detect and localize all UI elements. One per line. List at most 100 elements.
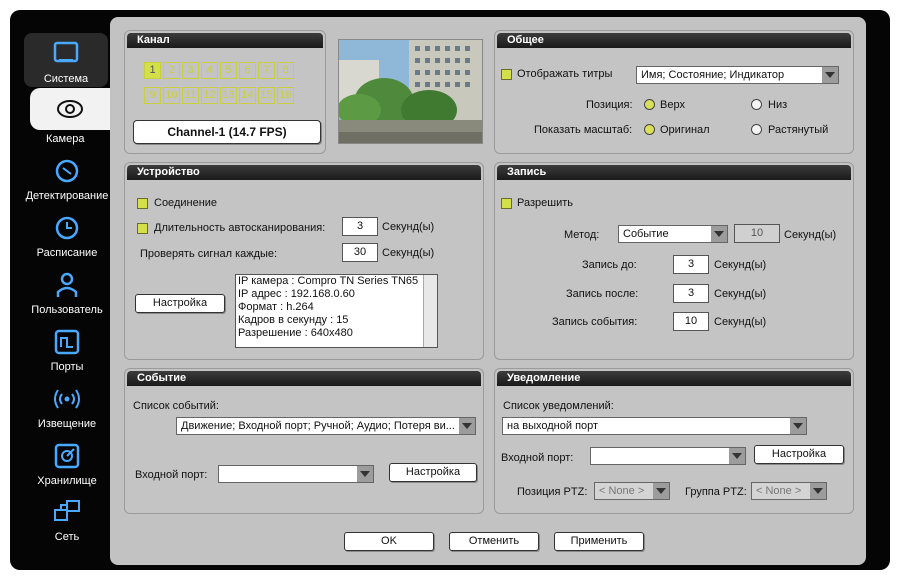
record-enable-label: Разрешить [517, 197, 573, 209]
seconds-label: Секунд(ы) [714, 316, 767, 328]
show-titles-checkbox[interactable] [501, 69, 512, 80]
ptz-group-select[interactable]: < None > [751, 482, 827, 500]
channel-button[interactable]: 3 [182, 62, 199, 79]
channel-button[interactable]: 15 [258, 87, 275, 104]
channel-display: Channel-1 (14.7 FPS) [133, 120, 321, 144]
panel-title: Уведомление [497, 371, 851, 386]
channel-button[interactable]: 12 [201, 87, 218, 104]
position-label: Позиция: [586, 99, 633, 111]
sidebar-item-label: Порты [50, 361, 84, 373]
chevron-down-icon [711, 226, 727, 242]
sidebar-item-storage[interactable]: Хранилище [14, 435, 120, 489]
panel-title: Канал [127, 33, 323, 48]
event-record-label: Запись события: [552, 316, 638, 328]
cancel-button[interactable]: Отменить [449, 532, 539, 551]
input-port-label: Входной порт: [501, 452, 574, 464]
event-list-select[interactable]: Движение; Входной порт; Ручной; Аудио; П… [176, 417, 476, 435]
seconds-label: Секунд(ы) [714, 288, 767, 300]
method-seconds-input: 10 [734, 224, 780, 243]
scale-original-label: Оригинал [660, 124, 710, 136]
ptz-group-label: Группа PTZ: [685, 486, 747, 498]
sidebar-item-ports[interactable]: Порты [14, 321, 120, 375]
notify-list-label: Список уведомлений: [503, 400, 614, 412]
ok-button[interactable]: OK [344, 532, 434, 551]
position-bottom-radio[interactable] [751, 99, 762, 110]
method-label: Метод: [564, 229, 600, 241]
autoscan-input[interactable]: 3 [342, 217, 378, 236]
panel-title: Запись [497, 165, 851, 180]
post-record-input[interactable]: 3 [673, 284, 709, 303]
record-panel: Запись Разрешить Метод: Событие 10 Секун… [494, 162, 854, 360]
seconds-label: Секунд(ы) [784, 229, 837, 241]
position-top-label: Верх [660, 99, 685, 111]
sidebar-item-system[interactable]: Система [24, 33, 108, 87]
chevron-down-icon [653, 483, 669, 499]
chevron-down-icon [810, 483, 826, 499]
chevron-down-icon [357, 466, 373, 482]
channel-button[interactable]: 5 [220, 62, 237, 79]
autoscan-checkbox[interactable] [137, 223, 148, 234]
sidebar-item-label: Извещение [37, 418, 97, 430]
record-enable-checkbox[interactable] [501, 198, 512, 209]
event-list-select-value: Движение; Входной порт; Ручной; Аудио; П… [181, 420, 455, 432]
channel-button[interactable]: 4 [201, 62, 218, 79]
connection-checkbox[interactable] [137, 198, 148, 209]
sidebar-item-label: Детектирование [25, 190, 109, 202]
pre-record-label: Запись до: [582, 259, 637, 271]
ptz-position-select[interactable]: < None > [594, 482, 670, 500]
notify-input-port-select[interactable] [590, 447, 746, 465]
storage-icon [54, 443, 80, 469]
channel-button[interactable]: 2 [163, 62, 180, 79]
info-line: Кадров в секунду : 15 [238, 314, 349, 326]
channel-button[interactable]: 6 [239, 62, 256, 79]
signal-input[interactable]: 30 [342, 243, 378, 262]
notify-list-select-value: на выходной порт [507, 420, 599, 432]
channel-button[interactable]: 16 [277, 87, 294, 104]
channel-button[interactable]: 7 [258, 62, 275, 79]
notify-list-select[interactable]: на выходной порт [502, 417, 807, 435]
channel-button[interactable]: 10 [163, 87, 180, 104]
pre-record-input[interactable]: 3 [673, 255, 709, 274]
channel-button[interactable]: 13 [220, 87, 237, 104]
ptz-group-select-value: < None > [756, 485, 802, 497]
notify-setup-button[interactable]: Настройка [754, 445, 844, 464]
channel-button[interactable]: 1 [144, 62, 161, 79]
method-select[interactable]: Событие [618, 225, 728, 243]
panel-title: Устройство [127, 165, 481, 180]
event-setup-button[interactable]: Настройка [389, 463, 477, 482]
scale-stretched-radio[interactable] [751, 124, 762, 135]
scale-original-radio[interactable] [644, 124, 655, 135]
sidebar-item-user[interactable]: Пользователь [14, 264, 120, 318]
channel-button[interactable]: 8 [277, 62, 294, 79]
scale-label: Показать масштаб: [534, 124, 633, 136]
input-port-select[interactable] [218, 465, 374, 483]
camera-preview [338, 39, 483, 144]
sidebar-item-schedule[interactable]: Расписание [14, 207, 120, 261]
event-record-input[interactable]: 10 [673, 312, 709, 331]
channel-button[interactable]: 11 [182, 87, 199, 104]
eye-icon [57, 100, 83, 118]
sidebar-item-camera[interactable] [30, 88, 110, 130]
device-setup-button[interactable]: Настройка [135, 294, 225, 313]
sidebar-item-network[interactable]: Сеть [14, 491, 120, 545]
device-panel: Устройство Соединение Длительность автос… [124, 162, 484, 360]
scrollbar[interactable] [423, 275, 437, 347]
apply-button[interactable]: Применить [554, 532, 644, 551]
connection-label: Соединение [154, 197, 218, 209]
titles-select[interactable]: Имя; Состояние; Индикатор [636, 66, 839, 84]
channel-button[interactable]: 9 [144, 87, 161, 104]
chevron-down-icon [822, 67, 838, 83]
seconds-label: Секунд(ы) [714, 259, 767, 271]
sidebar-item-label: Расписание [36, 247, 98, 259]
post-record-label: Запись после: [566, 288, 639, 300]
position-bottom-label: Низ [768, 99, 788, 111]
sidebar-item-label: Пользователь [31, 304, 103, 316]
notification-panel: Уведомление Список уведомлений: на выход… [494, 368, 854, 514]
channel-button[interactable]: 14 [239, 87, 256, 104]
monitor-icon [53, 41, 79, 63]
device-info-box: IP камера : Compro TN Series TN65 IP адр… [235, 274, 438, 348]
sidebar-item-detection[interactable]: Детектирование [14, 150, 120, 204]
seconds-label: Секунд(ы) [382, 247, 435, 259]
sidebar-item-notification[interactable]: Извещение [14, 378, 120, 432]
position-top-radio[interactable] [644, 99, 655, 110]
